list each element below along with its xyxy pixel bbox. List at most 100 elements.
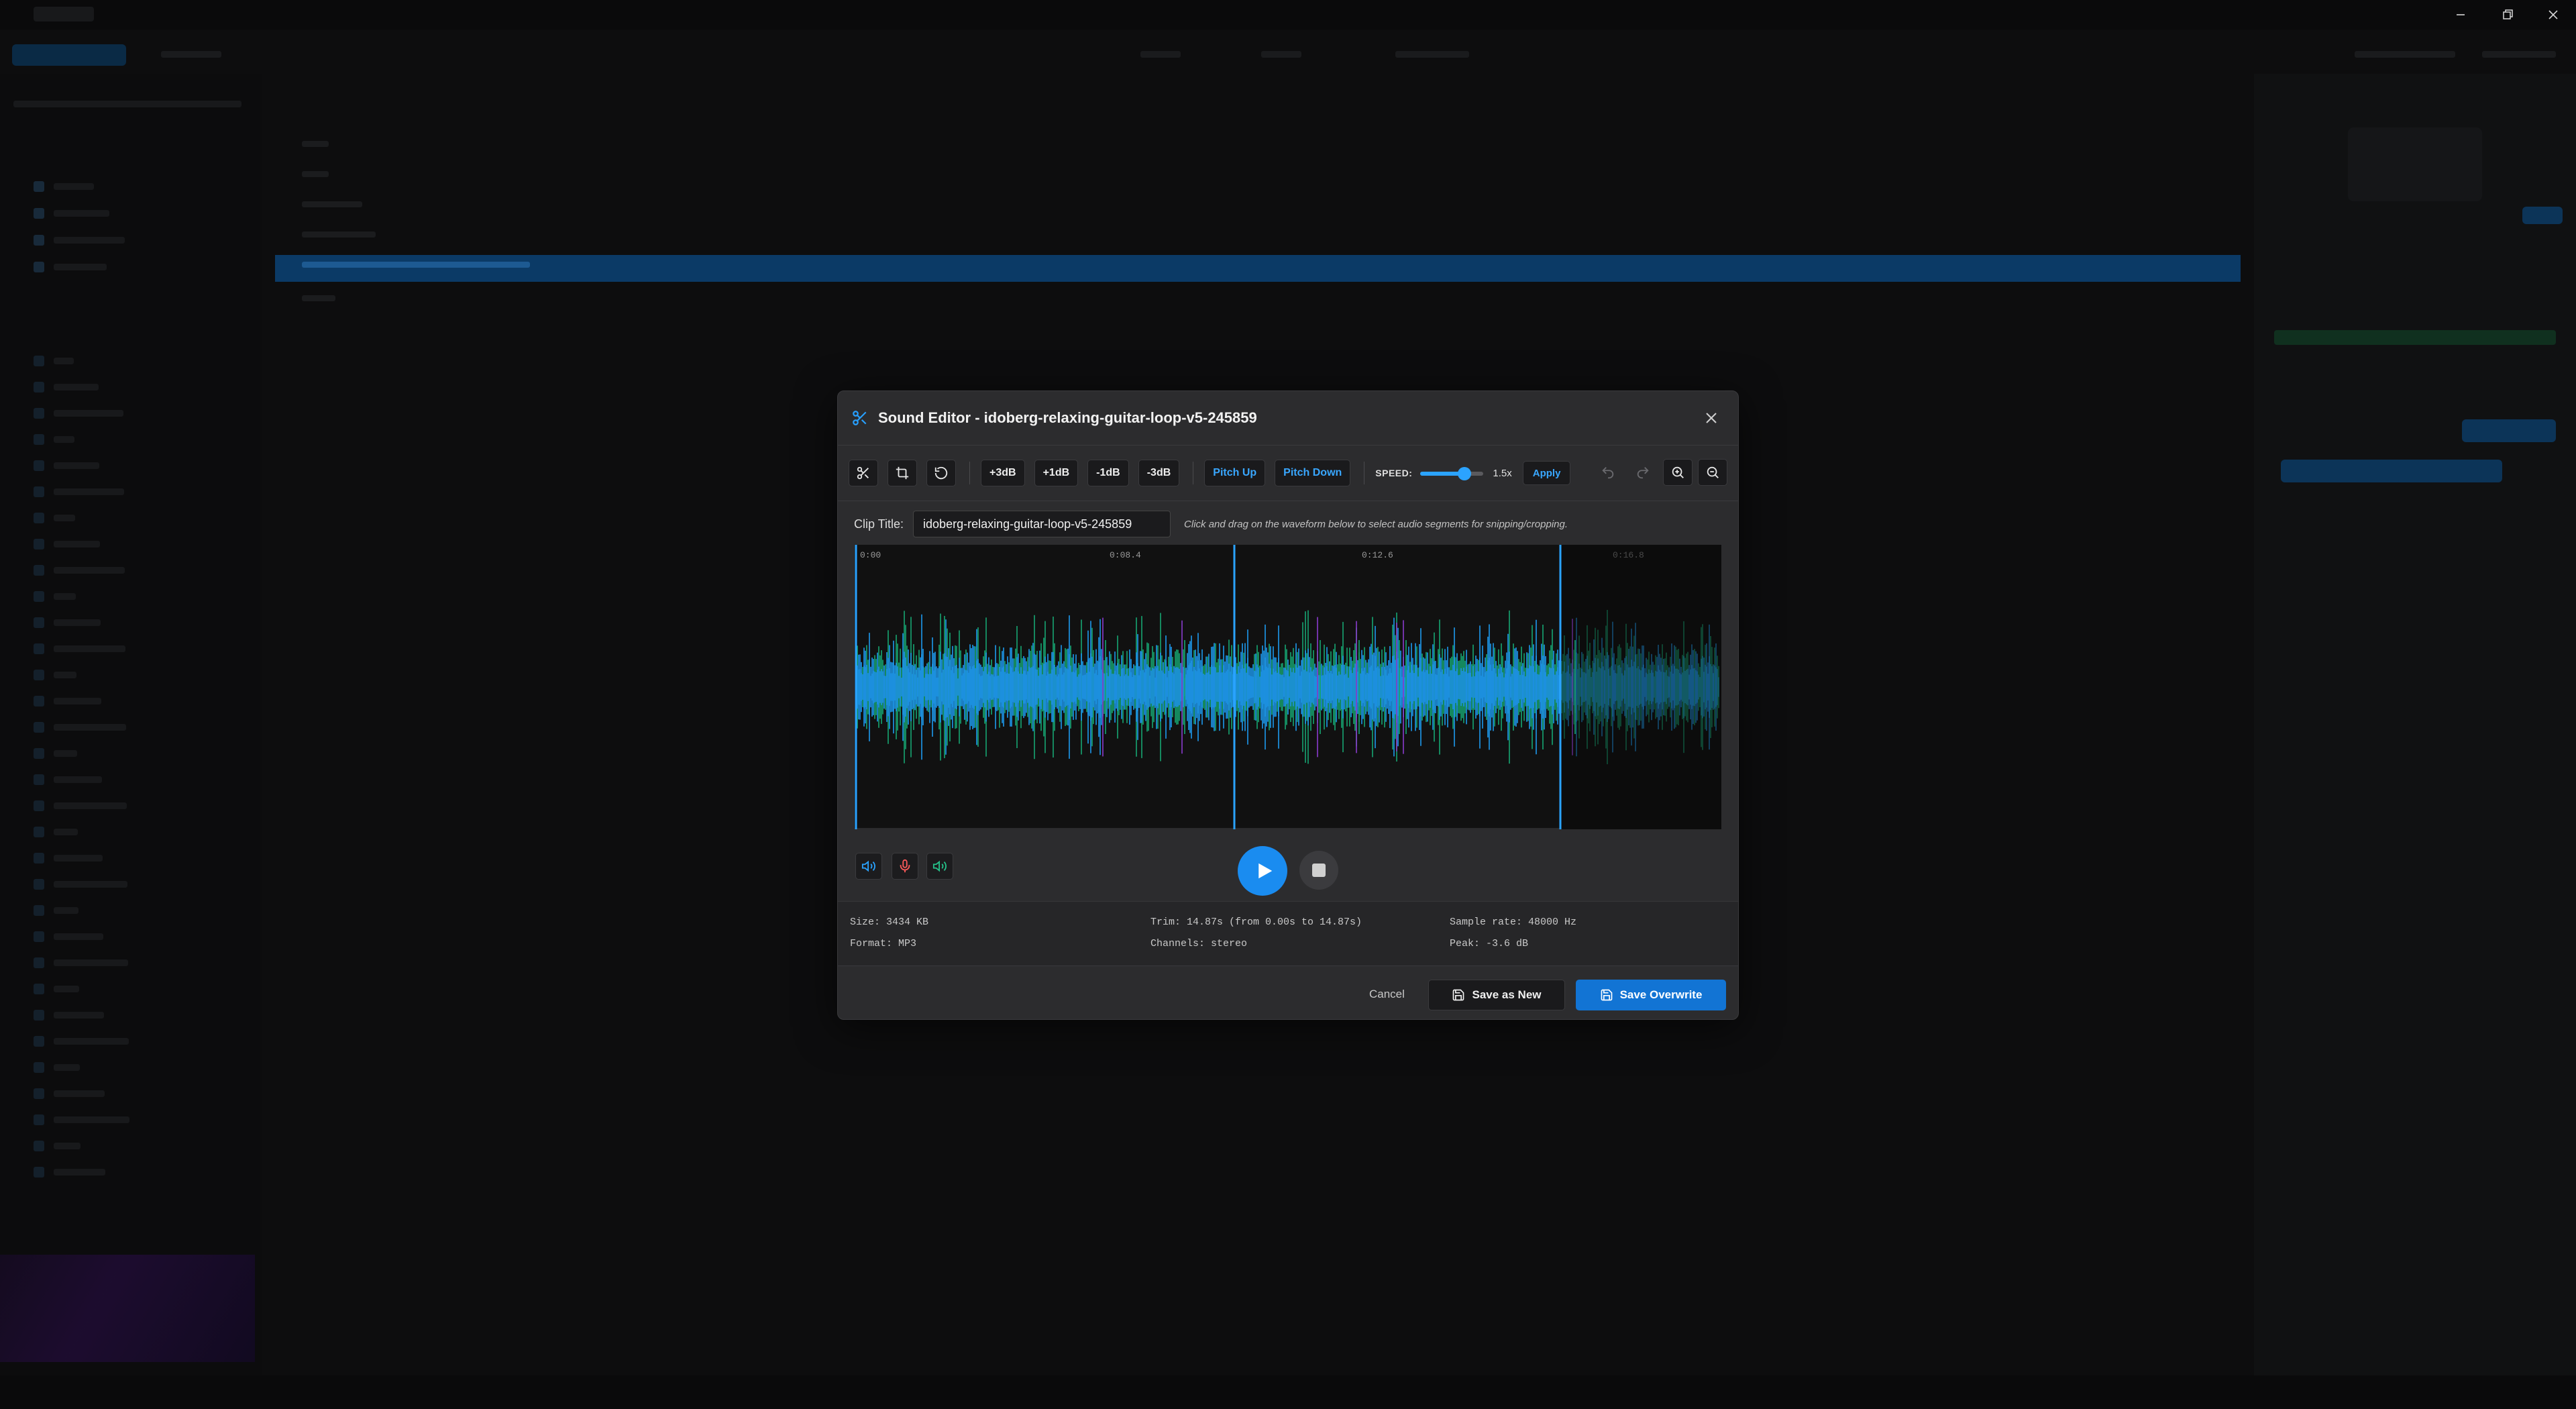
sidebar-placeholder-icon <box>34 696 44 707</box>
sidebar-placeholder-icon <box>34 262 44 272</box>
stop-icon <box>1312 864 1326 877</box>
sound-editor-dialog: Sound Editor - idoberg-relaxing-guitar-l… <box>837 390 1739 1020</box>
pitch-up-button[interactable]: Pitch Up <box>1204 460 1266 486</box>
sidebar-placeholder-line <box>54 436 74 443</box>
sidebar-placeholder-line <box>54 264 107 270</box>
selection-marker[interactable] <box>855 545 857 829</box>
record-button[interactable] <box>892 853 918 880</box>
speed-value: 1.5x <box>1493 467 1512 479</box>
sidebar-placeholder-line <box>54 1012 104 1019</box>
sidebar-placeholder-icon <box>34 591 44 602</box>
sidebar-placeholder-icon <box>34 460 44 471</box>
sidebar-placeholder-icon <box>34 513 44 523</box>
sidebar-placeholder-line <box>54 933 103 940</box>
sidebar-placeholder-line <box>54 567 125 574</box>
sidebar-placeholder-icon <box>34 1167 44 1178</box>
volume-button[interactable] <box>855 853 882 880</box>
selection-marker[interactable] <box>1233 545 1236 829</box>
slider-thumb[interactable] <box>1458 467 1472 480</box>
zoom-out-button[interactable] <box>1698 459 1727 486</box>
sidebar-placeholder-icon <box>34 643 44 654</box>
file-list-placeholder <box>302 262 530 268</box>
preview-thumbnail <box>2348 127 2482 201</box>
info-sample-rate: Sample rate: 48000 Hz <box>1450 917 1577 928</box>
cancel-button[interactable]: Cancel <box>1361 981 1413 1008</box>
sidebar-placeholder-line <box>54 959 128 966</box>
redo-icon <box>1637 467 1649 479</box>
reset-icon <box>934 466 948 480</box>
app-tab <box>161 51 221 58</box>
dialog-footer: Cancel Save as New Save Overwrite <box>838 966 1738 1019</box>
minimize-icon[interactable] <box>2438 0 2483 30</box>
file-list-placeholder <box>302 171 329 177</box>
speaker-button[interactable] <box>926 853 953 880</box>
sidebar-placeholder-line <box>54 515 75 521</box>
gain-plus1-button[interactable]: +1dB <box>1034 460 1079 486</box>
reset-button[interactable] <box>926 460 956 486</box>
window-close-icon[interactable] <box>2530 0 2576 30</box>
restore-icon[interactable] <box>2485 0 2530 30</box>
sidebar-placeholder-line <box>54 183 94 190</box>
close-icon[interactable] <box>1701 407 1722 429</box>
selection-marker[interactable] <box>1559 545 1562 829</box>
info-trim: Trim: 14.87s (from 0.00s to 14.87s) <box>1150 917 1362 928</box>
zoom-out-icon <box>1707 466 1719 478</box>
info-size: Size: 3434 KB <box>850 917 929 928</box>
gain-minus1-button[interactable]: -1dB <box>1087 460 1129 486</box>
stop-button[interactable] <box>1299 851 1338 890</box>
play-button[interactable] <box>1238 846 1287 896</box>
status-bar <box>0 1375 2576 1409</box>
sidebar-placeholder-line <box>54 1143 80 1149</box>
sidebar-placeholder-icon <box>34 748 44 759</box>
waveform <box>855 545 1721 829</box>
snip-button[interactable] <box>849 460 878 486</box>
crop-icon <box>896 466 909 480</box>
clip-title-input[interactable] <box>913 511 1171 537</box>
file-list-placeholder <box>302 295 335 301</box>
selected-file-row <box>275 255 2241 282</box>
gain-plus3-button[interactable]: +3dB <box>981 460 1025 486</box>
sidebar-placeholder-icon <box>34 853 44 864</box>
waveform-canvas[interactable]: 0:00 0:08.4 0:12.6 0:16.8 <box>854 544 1721 829</box>
redo-button[interactable] <box>1628 459 1658 486</box>
sidebar-placeholder-icon <box>34 235 44 246</box>
app-right-panel <box>2254 74 2576 1375</box>
clip-title-label: Clip Title: <box>854 517 904 531</box>
sidebar-placeholder-line <box>54 410 123 417</box>
clip-title-row: Clip Title: Click and drag on the wavefo… <box>854 505 1568 543</box>
time-tick: 0:16.8 <box>1613 550 1644 560</box>
sidebar-placeholder-line <box>54 1064 80 1071</box>
speed-slider[interactable] <box>1420 460 1484 486</box>
file-list-placeholder <box>302 201 362 207</box>
scissors-icon <box>857 466 869 480</box>
app-tab <box>2355 51 2455 58</box>
undo-button[interactable] <box>1593 459 1623 486</box>
save-as-new-button[interactable]: Save as New <box>1428 980 1565 1010</box>
sidebar-placeholder-icon <box>34 1010 44 1021</box>
app-tab <box>2482 51 2556 58</box>
app-tab <box>1140 51 1181 58</box>
save-overwrite-label: Save Overwrite <box>1619 988 1703 1001</box>
sidebar-placeholder-icon <box>34 1088 44 1099</box>
sidebar-placeholder-line <box>54 384 99 390</box>
sidebar-placeholder-line <box>54 986 79 992</box>
gain-minus3-button[interactable]: -3dB <box>1138 460 1180 486</box>
time-tick: 0:08.4 <box>1110 550 1141 560</box>
sidebar-placeholder-line <box>54 672 76 678</box>
sidebar-placeholder-icon <box>34 181 44 192</box>
apply-speed-button[interactable]: Apply <box>1522 461 1571 485</box>
sidebar-placeholder-icon <box>34 408 44 419</box>
app-logo <box>34 7 94 21</box>
zoom-in-button[interactable] <box>1663 459 1693 486</box>
scissors-icon <box>853 411 867 425</box>
dialog-title: Sound Editor - idoberg-relaxing-guitar-l… <box>878 409 1257 426</box>
save-icon <box>1453 989 1464 1001</box>
sidebar-placeholder-line <box>54 750 77 757</box>
sidebar-placeholder-icon <box>34 1062 44 1073</box>
app-tab <box>1261 51 1301 58</box>
save-overwrite-button[interactable]: Save Overwrite <box>1576 980 1726 1010</box>
sidebar-placeholder-icon <box>34 382 44 393</box>
crop-button[interactable] <box>888 460 917 486</box>
sidebar-placeholder-line <box>54 593 76 600</box>
pitch-down-button[interactable]: Pitch Down <box>1275 460 1351 486</box>
